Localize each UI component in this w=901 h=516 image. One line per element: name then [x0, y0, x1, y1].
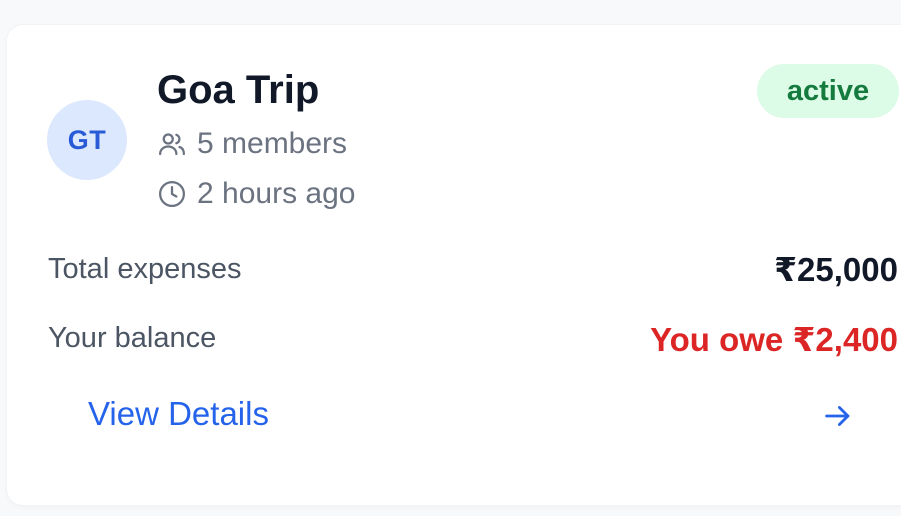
group-card[interactable]: GT Goa Trip 5 members 2 hours ago active…: [7, 25, 901, 505]
total-expenses-value: ₹25,000: [774, 251, 898, 288]
arrow-right-icon[interactable]: [821, 399, 855, 433]
updated-row: 2 hours ago: [157, 177, 355, 211]
balance-value: You owe ₹2,400: [650, 321, 898, 358]
status-label: active: [786, 74, 870, 107]
group-title: Goa Trip: [157, 68, 320, 112]
clock-icon: [157, 179, 187, 209]
updated-time: 2 hours ago: [197, 177, 356, 210]
group-initials: GT: [67, 124, 107, 155]
members-row: 5 members: [157, 127, 347, 161]
group-avatar: GT: [47, 100, 127, 180]
total-expenses-label: Total expenses: [48, 253, 242, 285]
members-count: 5 members: [197, 127, 348, 160]
users-icon: [157, 129, 187, 159]
view-details-link[interactable]: View Details: [88, 395, 269, 433]
status-badge: active: [757, 64, 899, 118]
balance-label: Your balance: [48, 322, 217, 354]
